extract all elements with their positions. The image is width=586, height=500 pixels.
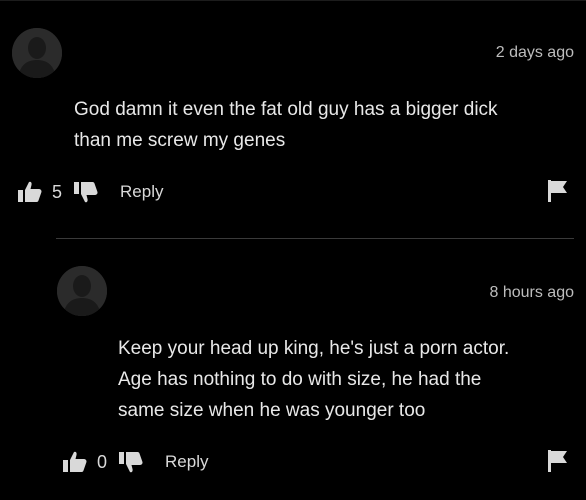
thumbs-down-icon[interactable] [74, 181, 98, 203]
comment-text-line: Keep your head up king, he's just a porn… [118, 338, 510, 359]
comment-text-line: than me screw my genes [74, 130, 286, 151]
comment-text-line: God damn it even the fat old guy has a b… [74, 99, 498, 120]
thumbs-up-icon[interactable] [18, 181, 42, 203]
like-count: 0 [97, 451, 108, 472]
flag-icon[interactable] [548, 450, 568, 477]
like-count: 5 [52, 181, 63, 202]
user-avatar-icon [57, 266, 107, 316]
thumbs-up-icon[interactable] [63, 451, 87, 473]
flag-icon[interactable] [548, 180, 568, 207]
top-divider [0, 0, 586, 1]
user-avatar-icon [12, 28, 62, 78]
comment-text-line: Age has nothing to do with size, he had … [118, 369, 482, 390]
avatar[interactable] [12, 28, 62, 78]
avatar[interactable] [57, 266, 107, 316]
comment-time: 8 hours ago [489, 284, 574, 301]
comment-text-line: same size when he was younger too [118, 400, 426, 421]
comment-time: 2 days ago [495, 44, 574, 61]
comment-text: God damn it even the fat old guy has a b… [74, 94, 498, 156]
thumbs-down-icon[interactable] [119, 451, 143, 473]
comment-text: Keep your head up king, he's just a porn… [118, 333, 509, 426]
comment-actions: 5 Reply [18, 179, 163, 205]
comment-actions: 0 Reply [63, 449, 208, 475]
comment-separator [56, 238, 574, 239]
reply-button[interactable]: Reply [120, 182, 163, 202]
reply-button[interactable]: Reply [165, 452, 208, 472]
